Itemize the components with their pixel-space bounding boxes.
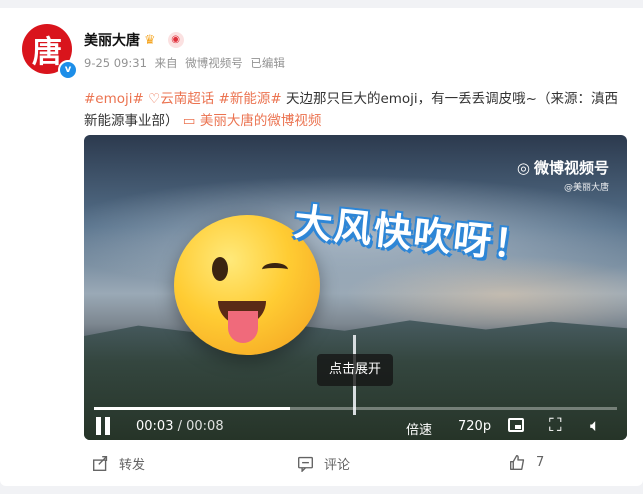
- video-player[interactable]: 大风快吹呀！ ◎ 微博视频号 @美丽大唐 点击展开 00:03 / 00:08 …: [84, 135, 627, 440]
- watermark-handle: @美丽大唐: [563, 183, 609, 193]
- time-display: 00:03 / 00:08: [136, 419, 224, 434]
- pause-icon: [96, 417, 101, 435]
- emoji-tongue: [228, 311, 258, 343]
- quality-button[interactable]: 720p: [458, 419, 491, 434]
- source-prefix: 来自: [154, 56, 178, 70]
- expand-button[interactable]: 点击展开: [317, 354, 393, 386]
- verified-badge-icon: v: [58, 60, 78, 80]
- watermark-text: 微博视频号: [533, 159, 609, 177]
- post-meta: 9-25 09:31 来自 微博视频号 已编辑: [84, 55, 289, 71]
- action-bar: 转发 评论 7: [0, 448, 643, 478]
- progress-fill: [94, 407, 291, 410]
- author-name[interactable]: 美丽大唐: [84, 30, 140, 50]
- pip-icon[interactable]: [508, 418, 524, 432]
- video-link-icon: ▭: [182, 113, 196, 129]
- comment-label: 评论: [324, 458, 351, 473]
- watermark-main: ◎ 微博视频号: [517, 157, 609, 178]
- video-watermark: ◎ 微博视频号 @美丽大唐: [517, 157, 609, 194]
- emoji-eye-wink: [262, 263, 288, 276]
- hashtag-new-energy[interactable]: #新能源#: [219, 91, 282, 107]
- comment-icon: [298, 456, 313, 472]
- super-topic-icon: ♡: [148, 91, 161, 107]
- video-link-label: 美丽大唐的微博视频: [199, 113, 322, 129]
- volume-icon[interactable]: 🔈︎: [590, 417, 600, 435]
- weibo-post-card: 唐 v 美丽大唐 ♛ ◉ 9-25 09:31 来自 微博视频号 已编辑 #em…: [0, 8, 643, 486]
- pause-button[interactable]: [94, 417, 112, 435]
- crown-icon: ♛: [144, 32, 156, 48]
- video-sunset-glow: [344, 255, 627, 335]
- hashtag-emoji[interactable]: #emoji#: [84, 91, 144, 107]
- video-link[interactable]: ▭ 美丽大唐的微博视频: [183, 113, 322, 129]
- pause-icon-bar: [105, 417, 110, 435]
- source-link[interactable]: 微博视频号: [185, 56, 243, 70]
- video-controls: 00:03 / 00:08 倍速 720p ⛶ 🔈︎: [84, 413, 627, 440]
- repost-label: 转发: [119, 458, 146, 473]
- avatar-logo: 唐: [32, 35, 62, 70]
- super-topic-label: 云南超话: [160, 91, 215, 107]
- author-row: 美丽大唐 ♛ ◉: [84, 30, 184, 50]
- duration: 00:08: [186, 419, 224, 434]
- repost-button[interactable]: 转发: [92, 454, 145, 473]
- speed-button[interactable]: 倍速: [406, 419, 432, 438]
- post-date[interactable]: 9-25 09:31: [84, 56, 147, 70]
- fullscreen-icon[interactable]: ⛶: [549, 417, 562, 435]
- post-text: #emoji# ♡云南超话 #新能源# 天边那只巨大的emoji，有一丢丢调皮哦…: [84, 88, 624, 132]
- weibo-logo-icon: ◎: [516, 158, 530, 177]
- progress-bar[interactable]: [94, 407, 617, 410]
- share-icon: [93, 456, 108, 471]
- current-time: 00:03: [136, 419, 174, 434]
- edited-label: 已编辑: [250, 56, 285, 70]
- like-count: 7: [536, 455, 545, 470]
- comment-button[interactable]: 评论: [297, 454, 350, 473]
- thumbs-up-icon: [510, 455, 525, 470]
- super-topic-link[interactable]: ♡云南超话: [148, 91, 214, 107]
- emoji-eye-left: [212, 257, 228, 281]
- vip-badge-icon[interactable]: ◉: [167, 32, 184, 48]
- like-button[interactable]: 7: [509, 454, 544, 471]
